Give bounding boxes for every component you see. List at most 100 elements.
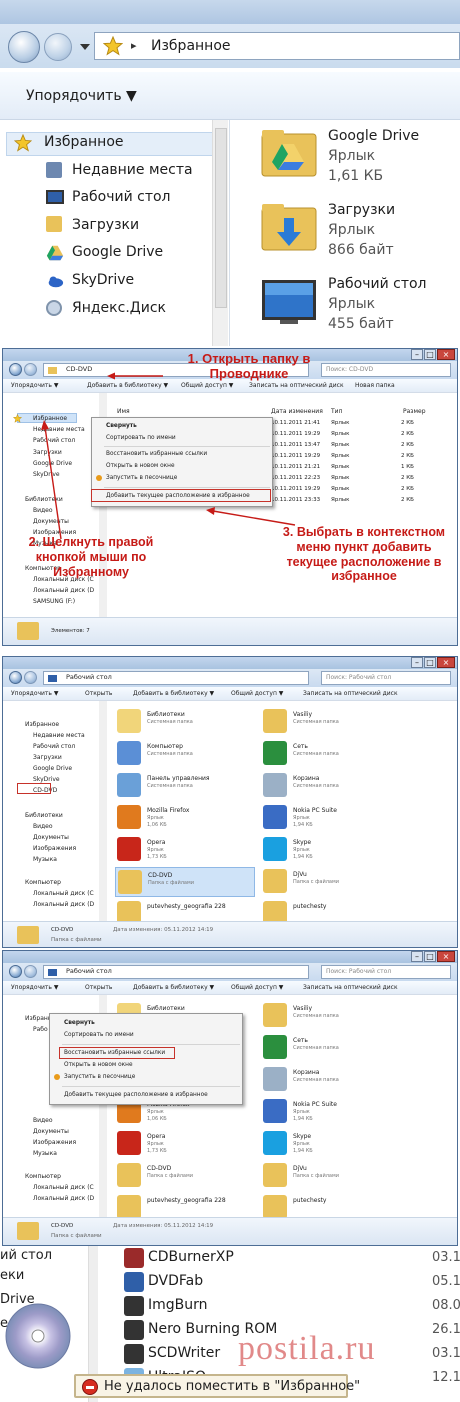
nav-item-pictures[interactable]: Изображения [33,845,76,852]
add-to-library-button[interactable]: Добавить в библиотеку ▼ [133,984,214,991]
nav-item-documents[interactable]: Документы [33,1128,69,1135]
menu-item-collapse[interactable]: Свернуть [64,1020,95,1026]
nav-item-downloads[interactable]: Загрузки [33,754,62,761]
nav-item-desktop-partial[interactable]: Рабо [33,1026,48,1033]
desktop-item[interactable]: Skype Ярлык 1,94 КБ [261,835,401,865]
nav-item-favorites[interactable]: Избранное [44,134,124,150]
nav-item-drive-c[interactable]: Локальный диск (C [33,1184,94,1191]
nav-item-favorites[interactable]: Избранное [25,721,59,728]
menu-item-open-new-window[interactable]: Открыть в новом окне [64,1062,133,1068]
menu-item-sort-by-name[interactable]: Сортировать по имени [64,1032,134,1038]
nav-item-documents[interactable]: Документы [33,834,69,841]
close-icon[interactable]: × [437,951,455,962]
open-button[interactable]: Открыть [85,690,112,697]
file-item-downloads[interactable]: Загрузки Ярлык 866 байт [260,202,460,262]
close-icon[interactable]: × [437,657,455,668]
program-name[interactable]: CDBurnerXP [148,1249,234,1265]
program-name[interactable]: SCDWriter [148,1345,220,1361]
minimize-icon[interactable]: – [411,951,423,962]
desktop-item[interactable]: Nokia PC Suite Ярлык 1,94 КБ [261,1097,401,1127]
organize-button[interactable]: Упорядочить ▼ [26,88,137,104]
open-button[interactable]: Открыть [85,984,112,991]
forward-icon[interactable] [44,33,72,61]
nav-item-google-drive[interactable]: Google Drive [33,765,72,772]
maximize-icon[interactable]: □ [424,951,436,962]
desktop-item[interactable]: Панель управленияСистемная папка [115,771,255,801]
search-input[interactable]: Поиск: Рабочий стол [321,965,451,979]
nav-item-pictures[interactable]: Изображения [33,1139,76,1146]
annotation-arrows [41,372,296,540]
organize-button[interactable]: Упорядочить ▼ [11,984,58,991]
desktop-item[interactable]: DjVu Папка с файлами [261,867,401,897]
address-field[interactable]: Рабочий стол [43,671,309,685]
nav-item-skydrive[interactable]: SkyDrive [72,272,134,288]
desktop-item[interactable]: CD-DVD Папка с файлами [115,867,255,897]
desktop-item[interactable]: Корзина Системная папка [261,1065,401,1095]
nav-item-google-drive[interactable]: Google Drive [72,244,163,260]
nav-item-video[interactable]: Видео [33,823,53,830]
dvd-disc-icon [5,1303,71,1369]
nav-item-desktop[interactable]: Рабочий стол [72,189,171,205]
back-icon[interactable] [8,31,40,63]
nav-item-drive-c[interactable]: Локальный диск (C [33,890,94,897]
file-size: 866 байт [328,242,394,258]
burn-button[interactable]: Записать на оптический диск [303,690,398,697]
desktop-item[interactable]: БиблиотекиСистемная папка [115,707,255,737]
nav-item-skydrive[interactable]: SkyDrive [33,776,60,783]
share-button[interactable]: Общий доступ ▼ [231,984,283,991]
desktop-item[interactable]: КомпьютерСистемная папка [115,739,255,769]
desktop-item[interactable]: Сеть Системная папка [261,1033,401,1063]
nav-item-libraries[interactable]: Библиотеки [25,812,63,819]
menu-item-run-sandbox[interactable]: Запустить в песочнице [64,1074,135,1080]
menu-item-add-current-location[interactable]: Добавить текущее расположение в избранно… [64,1092,208,1098]
breadcrumb-arrow-icon[interactable]: ▸ [131,39,137,52]
nav-item-computer[interactable]: Компьютер [25,1173,61,1180]
nav-item-drive-d[interactable]: Локальный диск (D [33,901,94,908]
file-item-desktop[interactable]: Рабочий стол Ярлык 455 байт [260,276,460,336]
desktop-item[interactable]: Vasiliy Системная папка [261,1001,401,1031]
forward-icon[interactable] [24,671,37,684]
program-name[interactable]: DVDFab [148,1273,203,1289]
error-message: Не удалось поместить в "Избранное" [74,1374,360,1398]
add-to-library-button[interactable]: Добавить в библиотеку ▼ [133,690,214,697]
item-icon [263,773,287,797]
navigation-scrollbar[interactable] [212,120,228,346]
back-icon[interactable] [9,671,22,684]
navigation-scrollbar[interactable] [99,701,107,921]
nav-item-music[interactable]: Музыка [33,1150,57,1157]
file-item-google-drive[interactable]: Google Drive Ярлык 1,61 КБ [260,128,460,188]
share-button[interactable]: Общий доступ ▼ [231,690,283,697]
history-dropdown-icon[interactable] [80,44,90,50]
desktop-item[interactable]: DjVu Папка с файлами [261,1161,401,1191]
address-field[interactable]: Рабочий стол [43,965,309,979]
desktop-item[interactable]: Сеть Системная папка [261,739,401,769]
forward-icon[interactable] [24,965,37,978]
minimize-icon[interactable]: – [411,657,423,668]
back-icon[interactable] [9,965,22,978]
nav-item-computer[interactable]: Компьютер [25,879,61,886]
desktop-item[interactable]: Mozilla FirefoxЯрлык1,06 КБ [115,803,255,833]
desktop-item[interactable]: Opera Ярлык 1,73 КБ [115,1129,255,1159]
desktop-item[interactable]: Nokia PC Suite Ярлык 1,94 КБ [261,803,401,833]
nav-item-downloads[interactable]: Загрузки [72,217,139,233]
desktop-item[interactable]: Opera Ярлык 1,73 КБ [115,835,255,865]
nav-item-yandex-disk[interactable]: Яндекс.Диск [72,300,166,316]
desktop-item[interactable]: CD-DVD Папка с файлами [115,1161,255,1191]
program-name[interactable]: ImgBurn [148,1297,208,1313]
search-input[interactable]: Поиск: Рабочий стол [321,671,451,685]
nav-item-recent-places[interactable]: Недавние места [33,732,85,739]
desktop-item[interactable]: Vasiliy Системная папка [261,707,401,737]
nav-item-desktop[interactable]: Рабочий стол [33,743,75,750]
nav-item-drive-d[interactable]: Локальный диск (D [33,1195,94,1202]
nav-item-recent-places[interactable]: Недавние места [72,162,193,178]
nav-item-music[interactable]: Музыка [33,856,57,863]
burn-button[interactable]: Записать на оптический диск [303,984,398,991]
nav-item-video[interactable]: Видео [33,1117,53,1124]
desktop-item[interactable]: Skype Ярлык 1,94 КБ [261,1129,401,1159]
program-icon [124,1296,144,1316]
item-size: 1,94 КБ [293,854,313,860]
desktop-item[interactable]: Корзина Системная папка [261,771,401,801]
organize-button[interactable]: Упорядочить ▼ [11,690,58,697]
maximize-icon[interactable]: □ [424,657,436,668]
address-field[interactable]: ▸ Избранное [94,32,460,60]
